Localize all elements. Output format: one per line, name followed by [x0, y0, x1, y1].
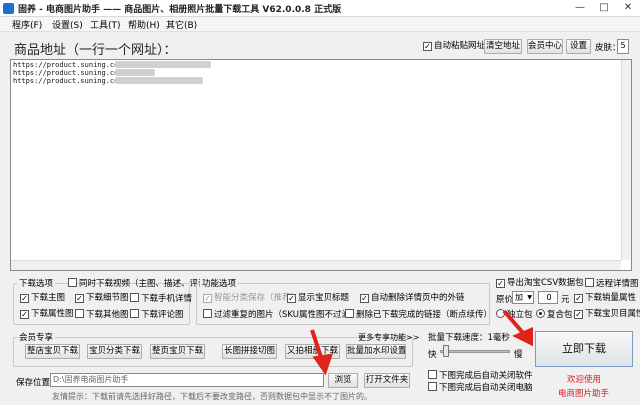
annotation-arrows	[310, 309, 533, 376]
arrow-to-start-icon	[502, 309, 533, 347]
arrow-to-browse-icon	[310, 329, 333, 376]
